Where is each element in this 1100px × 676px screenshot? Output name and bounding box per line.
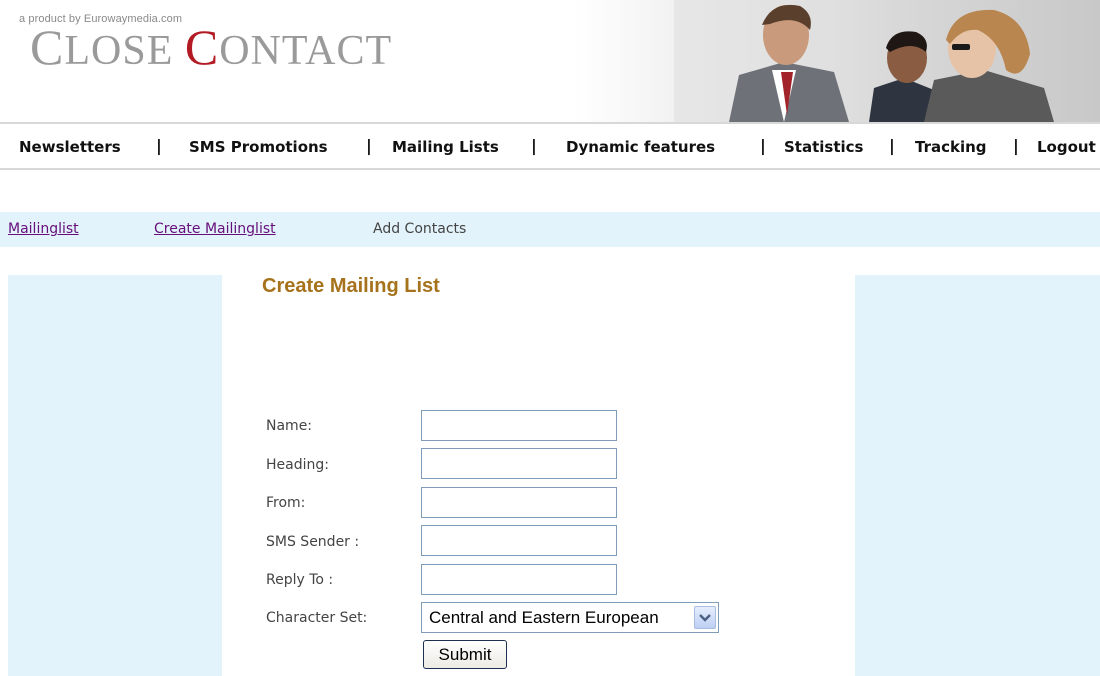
sub-nav: Mailinglist Create Mailinglist Add Conta… xyxy=(0,212,1100,247)
submit-button[interactable]: Submit xyxy=(423,640,507,669)
page-title: Create Mailing List xyxy=(262,275,440,297)
character-set-label: Character Set: xyxy=(266,610,368,626)
nav-separator: | xyxy=(366,136,372,155)
nav-logout[interactable]: Logout xyxy=(1037,138,1096,156)
from-label: From: xyxy=(266,495,306,511)
left-panel xyxy=(8,275,222,676)
nav-dynamic-features[interactable]: Dynamic features xyxy=(566,138,715,156)
heading-label: Heading: xyxy=(266,457,329,473)
from-input[interactable] xyxy=(421,487,617,518)
heading-input[interactable] xyxy=(421,448,617,479)
nav-separator: | xyxy=(531,136,537,155)
right-panel xyxy=(855,275,1100,676)
main-nav: Newsletters | SMS Promotions | Mailing L… xyxy=(0,122,1100,170)
character-set-value: Central and Eastern European xyxy=(429,608,659,627)
nav-sms-promotions[interactable]: SMS Promotions xyxy=(189,138,328,156)
subnav-mailinglist-link[interactable]: Mailinglist xyxy=(8,221,79,237)
reply-to-label: Reply To : xyxy=(266,572,334,588)
name-label: Name: xyxy=(266,418,313,434)
nav-separator: | xyxy=(1013,136,1019,155)
header: a product by Eurowaymedia.com CLOSE CONT… xyxy=(0,0,1100,122)
subnav-create-mailinglist-link[interactable]: Create Mailinglist xyxy=(154,221,276,237)
sms-sender-label: SMS Sender : xyxy=(266,534,360,550)
reply-to-input[interactable] xyxy=(421,564,617,595)
nav-separator: | xyxy=(156,136,162,155)
character-set-select[interactable]: Central and Eastern European xyxy=(421,602,719,633)
subnav-add-contacts: Add Contacts xyxy=(373,221,467,237)
chevron-down-icon[interactable] xyxy=(694,606,716,629)
nav-tracking[interactable]: Tracking xyxy=(915,138,987,156)
logo: CLOSE CONTACT xyxy=(30,19,393,75)
sms-sender-input[interactable] xyxy=(421,525,617,556)
nav-separator: | xyxy=(889,136,895,155)
nav-mailing-lists[interactable]: Mailing Lists xyxy=(392,138,499,156)
nav-separator: | xyxy=(760,136,766,155)
nav-newsletters[interactable]: Newsletters xyxy=(19,138,121,156)
nav-statistics[interactable]: Statistics xyxy=(784,138,863,156)
name-input[interactable] xyxy=(421,410,617,441)
business-people-photo xyxy=(574,0,1100,122)
